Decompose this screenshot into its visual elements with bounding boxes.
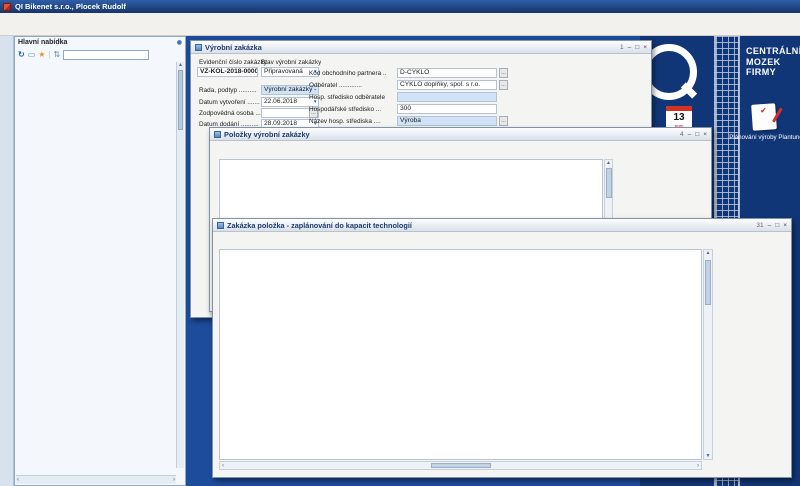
capacity-table	[219, 249, 702, 460]
window-title: Zakázka položka - zaplánování do kapacit…	[227, 221, 412, 230]
panel-title: Hlavní nabídka	[18, 39, 67, 46]
ellipsis-button[interactable]: …	[499, 116, 508, 126]
field-label: Odběratel .............	[309, 82, 396, 89]
qi-brand-text: CENTRÁLNÍ MOZEK FIRMY	[746, 46, 800, 78]
field-label: Hospodářské středisko ...	[309, 106, 396, 113]
ellipsis-button[interactable]: …	[499, 80, 508, 90]
minimize-icon[interactable]: –	[628, 44, 632, 51]
window-title: Výrobní zakázka	[205, 43, 262, 52]
field-label: Datum vytvoření .......	[199, 99, 260, 106]
menu-search-input[interactable]	[63, 50, 149, 60]
field-label: Kód obchodního partnera ..	[309, 70, 396, 77]
tree-vertical-scrollbar[interactable]: ▲	[176, 62, 184, 468]
close-icon[interactable]: ×	[643, 44, 647, 51]
window-badge: 1	[620, 44, 624, 51]
economic-center-field[interactable]: 300	[397, 104, 497, 114]
menubar	[0, 13, 800, 25]
field-label: Řada, podtyp ..........	[199, 87, 257, 94]
form-icon	[195, 44, 202, 51]
customer-center-field[interactable]	[397, 92, 497, 102]
screen-icon[interactable]: ▭	[28, 51, 36, 59]
field-label: Evidenční číslo zakázky	[199, 59, 267, 66]
minimize-icon[interactable]: –	[688, 131, 692, 138]
window-zaplanovani-kapacit: Zakázka položka - zaplánování do kapacit…	[212, 218, 792, 478]
maximize-icon[interactable]: □	[695, 131, 699, 138]
maximize-icon[interactable]: □	[775, 222, 779, 229]
sort-icon[interactable]: ⇅	[54, 51, 61, 59]
form-icon	[214, 131, 221, 138]
navigation-tree	[16, 62, 176, 468]
app-titlebar: QI Bikenet s.r.o., Plocek Rudolf	[0, 0, 800, 13]
window-badge: 4	[680, 131, 684, 138]
window-titlebar[interactable]: Zakázka položka - zaplánování do kapacit…	[213, 219, 791, 232]
side-tab-strip	[0, 36, 14, 486]
desktop-icon-plantune[interactable]: ✔	[751, 103, 777, 131]
field-label: Zodpovědná osoba ......	[199, 110, 266, 117]
window-badge: 31	[756, 222, 763, 229]
partner-code-field[interactable]: D-CYKLO	[397, 68, 497, 78]
main-menu-panel: Hlavní nabídka ◉ ↻ ▭ ★ | ⇅ ▲ ‹›	[14, 36, 186, 486]
refresh-icon[interactable]: ↻	[18, 51, 25, 59]
window-titlebar[interactable]: Položky výrobní zakázky 4 – □ ×	[210, 128, 711, 141]
app-logo-icon	[3, 3, 11, 11]
favorite-star-icon[interactable]: ★	[38, 51, 45, 59]
close-icon[interactable]: ×	[783, 222, 787, 229]
table-vertical-scrollbar[interactable]: ▲▼	[703, 249, 713, 460]
window-titlebar[interactable]: Výrobní zakázka 1 – □ ×	[191, 41, 651, 54]
app-title: QI Bikenet s.r.o., Plocek Rudolf	[15, 2, 126, 11]
tree-horizontal-scrollbar[interactable]: ‹›	[16, 475, 176, 484]
customer-field[interactable]: CYKLO doplňky, spol. s r.o.	[397, 80, 497, 90]
notepad-check-icon: ✔	[760, 106, 767, 115]
field-label: Hosp. středisko odběratele	[309, 94, 396, 101]
table-horizontal-scrollbar[interactable]: ‹›	[219, 461, 702, 470]
window-title: Položky výrobní zakázky	[224, 130, 310, 139]
order-number-field[interactable]: VZ-KOL-2018-000002	[197, 67, 258, 77]
maximize-icon[interactable]: □	[635, 44, 639, 51]
field-label: Stav výrobní zakázky	[261, 59, 321, 66]
desktop-icon-label[interactable]: Plánování výroby Plantune	[726, 134, 800, 141]
close-icon[interactable]: ×	[703, 131, 707, 138]
center-name-field[interactable]: Výroba	[397, 116, 497, 126]
field-label: Název hosp. střediska ....	[309, 118, 396, 125]
ellipsis-button[interactable]: …	[499, 68, 508, 78]
pin-icon[interactable]: ◉	[177, 39, 182, 46]
toolbar	[0, 25, 800, 36]
minimize-icon[interactable]: –	[768, 222, 772, 229]
form-icon	[217, 222, 224, 229]
